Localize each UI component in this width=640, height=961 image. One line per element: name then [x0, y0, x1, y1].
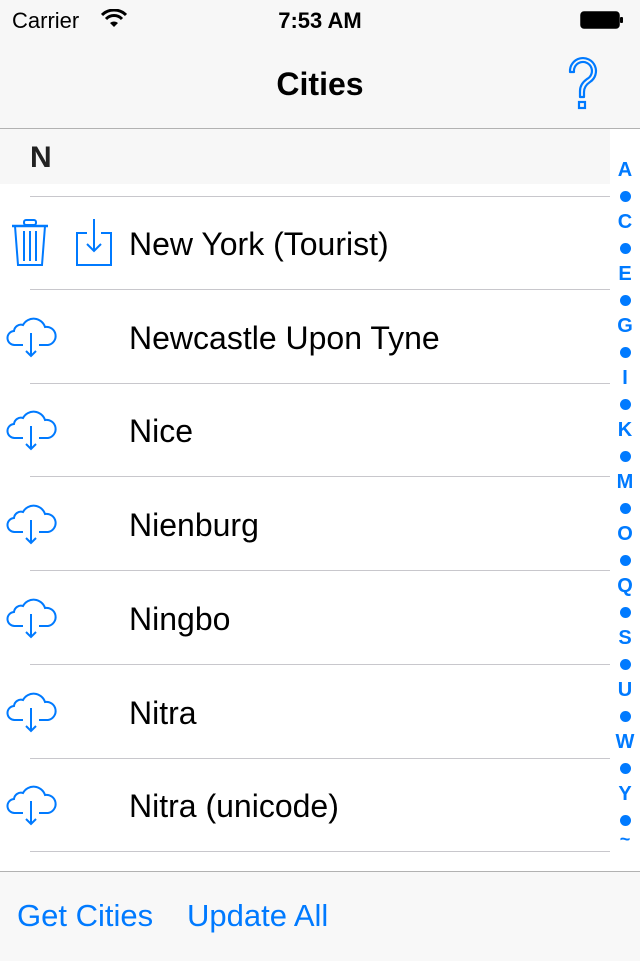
city-name: Ningbo — [129, 601, 231, 637]
index-item[interactable]: W — [610, 729, 640, 755]
city-name: Nitra — [129, 695, 197, 731]
cloud-download-icon[interactable] — [6, 690, 58, 734]
cloud-download-icon[interactable] — [6, 315, 58, 359]
index-dot[interactable] — [610, 703, 640, 729]
index-dot[interactable] — [610, 287, 640, 313]
navigation-bar: Cities — [0, 40, 640, 129]
city-name: New York (Tourist) — [129, 226, 389, 262]
index-item[interactable]: O — [610, 521, 640, 547]
help-question-icon[interactable] — [562, 56, 604, 112]
battery-icon — [580, 11, 623, 29]
index-item[interactable]: E — [610, 261, 640, 287]
section-header-label: N — [30, 141, 52, 174]
section-header: N — [0, 129, 610, 184]
save-to-device-icon[interactable] — [74, 217, 114, 269]
bottom-toolbar: Get Cities Update All — [0, 871, 640, 961]
city-name: Nienburg — [129, 507, 259, 543]
city-row[interactable]: Nitra (unicode) — [0, 759, 610, 852]
status-time: 7:53 AM — [278, 8, 362, 33]
index-dot[interactable] — [610, 651, 640, 677]
divider — [30, 851, 610, 852]
index-item[interactable]: Y — [610, 781, 640, 807]
index-dot[interactable] — [610, 547, 640, 573]
section-index[interactable]: A C E G I K M O Q S U W Y ~ — [610, 157, 640, 849]
city-row[interactable]: Nienburg — [0, 478, 610, 571]
divider — [30, 570, 610, 571]
trash-icon[interactable] — [10, 217, 50, 269]
city-name: Newcastle Upon Tyne — [129, 320, 440, 356]
divider — [30, 476, 610, 477]
index-dot[interactable] — [610, 183, 640, 209]
index-item[interactable]: Q — [610, 573, 640, 599]
index-dot[interactable] — [610, 391, 640, 417]
index-dot[interactable] — [610, 599, 640, 625]
index-item[interactable]: A — [610, 157, 640, 183]
index-dot[interactable] — [610, 443, 640, 469]
city-row[interactable]: New York (Tourist) — [0, 197, 610, 290]
cloud-download-icon[interactable] — [6, 783, 58, 827]
index-item[interactable]: G — [610, 313, 640, 339]
index-item[interactable]: S — [610, 625, 640, 651]
status-bar: Carrier 7:53 AM — [0, 0, 640, 40]
index-dot[interactable] — [610, 235, 640, 261]
index-dot[interactable] — [610, 755, 640, 781]
city-row[interactable]: Nitra — [0, 666, 610, 759]
cloud-download-icon[interactable] — [6, 502, 58, 546]
index-dot[interactable] — [610, 339, 640, 365]
divider — [30, 289, 610, 290]
index-item[interactable]: C — [610, 209, 640, 235]
city-row[interactable]: Nice — [0, 384, 610, 477]
index-item[interactable]: I — [610, 365, 640, 391]
divider — [30, 664, 610, 665]
index-item[interactable]: K — [610, 417, 640, 443]
index-dot[interactable] — [610, 495, 640, 521]
get-cities-button[interactable]: Get Cities — [17, 898, 153, 934]
cloud-download-icon[interactable] — [6, 408, 58, 452]
cloud-download-icon[interactable] — [6, 596, 58, 640]
index-item[interactable]: M — [610, 469, 640, 495]
index-item[interactable]: ~ — [610, 830, 640, 849]
city-name: Nice — [129, 413, 194, 449]
update-all-button[interactable]: Update All — [187, 898, 328, 934]
index-item[interactable]: U — [610, 677, 640, 703]
city-row[interactable]: Ningbo — [0, 572, 610, 665]
page-title: Cities — [276, 66, 364, 102]
city-name: Nitra (unicode) — [129, 788, 339, 824]
city-row[interactable]: Newcastle Upon Tyne — [0, 291, 610, 384]
